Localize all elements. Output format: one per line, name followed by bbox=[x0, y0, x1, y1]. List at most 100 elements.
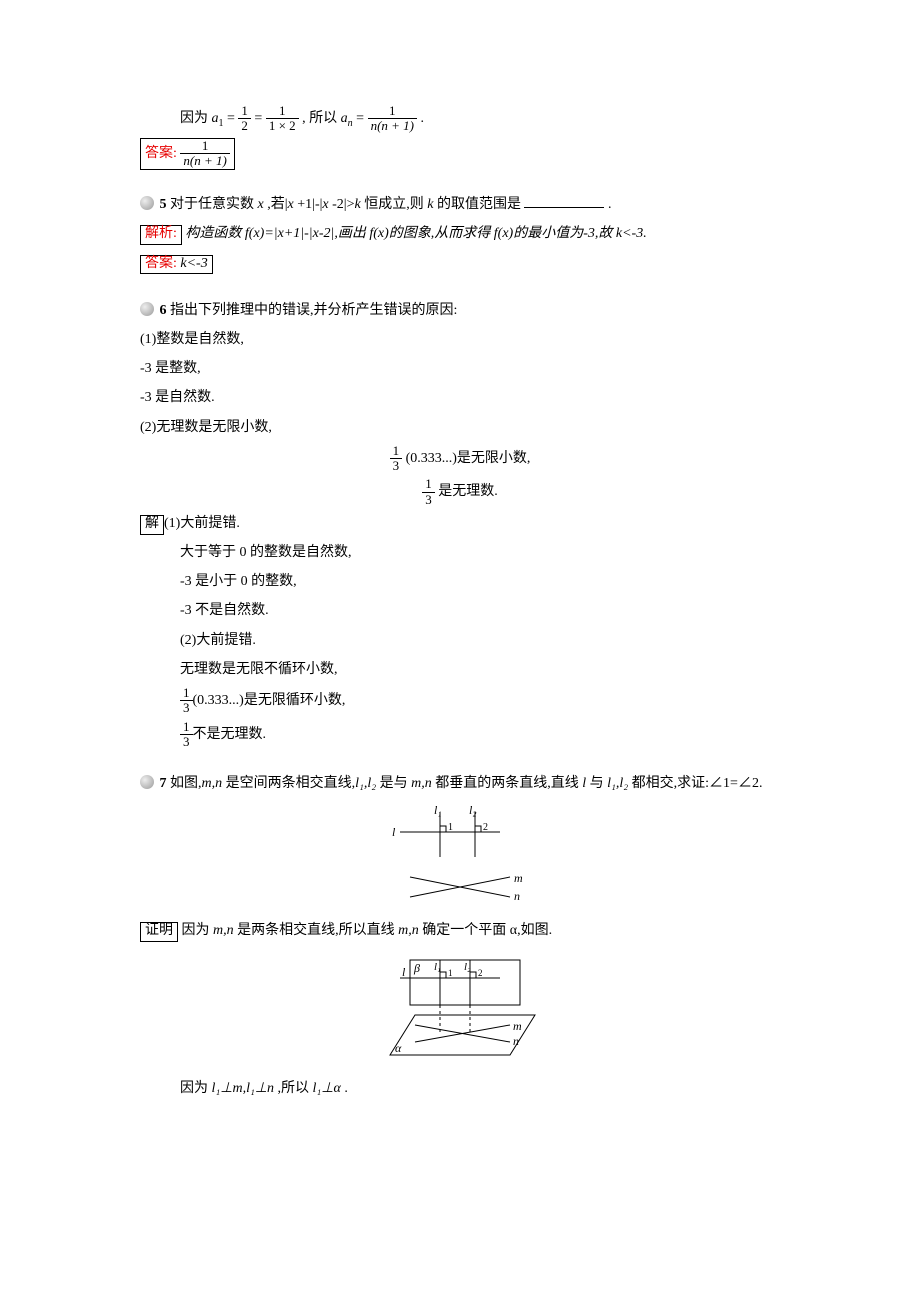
var-mn: m,n bbox=[411, 776, 432, 791]
text: 因为 bbox=[180, 111, 212, 126]
text: 是空间两条相交直线, bbox=[226, 776, 356, 791]
text: 与 bbox=[590, 776, 608, 791]
q6-item: (2)无理数是无限小数, bbox=[140, 415, 780, 440]
q6-item: -3 是自然数. bbox=[140, 385, 780, 410]
answer-frac: 1n(n + 1) bbox=[180, 139, 229, 169]
var-x: x bbox=[322, 197, 328, 212]
var-a: a bbox=[212, 111, 219, 126]
sub-1: 1 bbox=[219, 118, 224, 129]
svg-text:1: 1 bbox=[448, 968, 453, 978]
frac-1-3: 13 bbox=[180, 686, 193, 716]
text: 是无理数. bbox=[438, 484, 498, 499]
text: ,若| bbox=[267, 197, 287, 212]
bullet-icon bbox=[140, 196, 154, 210]
q5-line: 5 对于任意实数 x ,若|x +1|-|x -2|>k 恒成立,则 k 的取值… bbox=[140, 192, 780, 217]
frac-1-2: 12 bbox=[238, 104, 251, 134]
svg-text:n: n bbox=[514, 889, 520, 903]
q5-answer-line: 答案: k<-3 bbox=[140, 251, 780, 276]
jie-item: -3 不是自然数. bbox=[140, 598, 780, 623]
intro-line: 因为 a1 = 12 = 11 × 2 , 所以 an = 1n(n + 1) … bbox=[140, 104, 780, 134]
q6-line: 6 指出下列推理中的错误,并分析产生错误的原因: bbox=[140, 298, 780, 323]
figure-2: β l l₁ l₂ 1 2 m n α bbox=[370, 950, 550, 1070]
text: 是两条相交直线,所以直线 bbox=[237, 923, 398, 938]
jie-line: 解(1)大前提错. bbox=[140, 511, 780, 536]
svg-text:l: l bbox=[392, 825, 396, 839]
jiexi-text: 构造函数 f(x)=|x+1|-|x-2|,画出 f(x)的图象,从而求得 f(… bbox=[185, 226, 646, 241]
text: 如图, bbox=[170, 776, 202, 791]
q5-jiexi-line: 解析: 构造函数 f(x)=|x+1|-|x-2|,画出 f(x)的图象,从而求… bbox=[140, 221, 780, 246]
svg-text:l₂: l₂ bbox=[469, 803, 477, 817]
text: ,所以 bbox=[278, 1081, 313, 1096]
svg-text:n: n bbox=[513, 1034, 519, 1048]
period: . bbox=[421, 111, 425, 126]
bullet-icon bbox=[140, 302, 154, 316]
blank-underline bbox=[524, 207, 604, 208]
jie-item: 无理数是无限不循环小数, bbox=[140, 657, 780, 682]
text: 对于任意实数 bbox=[170, 197, 258, 212]
text: 不是无理数. bbox=[193, 727, 267, 742]
eq: = bbox=[356, 111, 367, 126]
svg-text:l₁: l₁ bbox=[434, 803, 442, 817]
svg-text:l₁: l₁ bbox=[434, 961, 441, 973]
jie-item: (2)大前提错. bbox=[140, 628, 780, 653]
q6-center-1: 13 (0.333...)是无限小数, bbox=[140, 444, 780, 474]
var-l12: l₁,l₂ bbox=[355, 776, 376, 791]
var-k: k bbox=[427, 197, 433, 212]
answer-text: k<-3 bbox=[180, 256, 207, 271]
last-line: 因为 l₁⊥m,l₁⊥n ,所以 l₁⊥α . bbox=[140, 1076, 780, 1101]
jiexi-box: 解析: bbox=[140, 225, 182, 245]
text: +1|-| bbox=[297, 197, 322, 212]
text: , 所以 bbox=[302, 111, 337, 126]
var-mn: m,n bbox=[213, 923, 234, 938]
svg-text:β: β bbox=[413, 961, 420, 975]
q6-text: 指出下列推理中的错误,并分析产生错误的原因: bbox=[170, 303, 457, 318]
answer-box: 答案: k<-3 bbox=[140, 255, 213, 275]
frac-1-3: 13 bbox=[390, 444, 403, 474]
period: . bbox=[608, 197, 612, 212]
var-l12: l₁,l₂ bbox=[607, 776, 628, 791]
answer-1-line: 答案: 1n(n + 1) bbox=[140, 138, 780, 171]
jie-label: 解 bbox=[140, 515, 164, 535]
bullet-icon bbox=[140, 775, 154, 789]
svg-text:l₂: l₂ bbox=[464, 961, 471, 973]
svg-text:α: α bbox=[395, 1041, 402, 1055]
text: -2|> bbox=[332, 197, 354, 212]
svg-text:1: 1 bbox=[448, 822, 453, 833]
svg-text:2: 2 bbox=[483, 822, 488, 833]
var-l: l bbox=[582, 776, 586, 791]
q7-line: 7 如图,m,n 是空间两条相交直线,l₁,l₂ 是与 m,n 都垂直的两条直线… bbox=[140, 771, 780, 796]
sub-n: n bbox=[348, 118, 353, 129]
var-a: a bbox=[341, 111, 348, 126]
text: 的取值范围是 bbox=[437, 197, 521, 212]
q6-item: -3 是整数, bbox=[140, 356, 780, 381]
answer-label: 答案: bbox=[145, 146, 177, 161]
svg-text:2: 2 bbox=[478, 968, 483, 978]
zm-label: 证明 bbox=[140, 922, 178, 942]
jie-item-8: 13不是无理数. bbox=[140, 720, 780, 750]
q6-center-2: 13 是无理数. bbox=[140, 477, 780, 507]
text: 恒成立,则 bbox=[364, 197, 427, 212]
var-mn: m,n bbox=[398, 923, 419, 938]
text: 因为 bbox=[182, 923, 214, 938]
answer-label: 答案: bbox=[145, 256, 177, 271]
figure-1: l l₁ l₂ 1 2 m n bbox=[380, 802, 540, 912]
svg-text:m: m bbox=[514, 871, 523, 885]
text: (0.333...)是无限小数, bbox=[406, 451, 531, 466]
text: 因为 bbox=[180, 1081, 212, 1096]
answer-box: 答案: 1n(n + 1) bbox=[140, 138, 235, 171]
text: 都相交,求证:∠1=∠2. bbox=[632, 776, 763, 791]
jie-item: -3 是小于 0 的整数, bbox=[140, 569, 780, 594]
eq: = bbox=[254, 111, 265, 126]
frac-1-3: 13 bbox=[422, 477, 435, 507]
jie-text: (1)大前提错. bbox=[164, 516, 240, 531]
frac-1-nn1: 1n(n + 1) bbox=[368, 104, 417, 134]
q6-item: (1)整数是自然数, bbox=[140, 327, 780, 352]
var-mn: m,n bbox=[202, 776, 223, 791]
zm-line: 证明 因为 m,n 是两条相交直线,所以直线 m,n 确定一个平面 α,如图. bbox=[140, 918, 780, 943]
var-k: k bbox=[355, 197, 361, 212]
var: l₁⊥m,l₁⊥n bbox=[212, 1081, 275, 1096]
text: 是与 bbox=[380, 776, 412, 791]
period: . bbox=[344, 1081, 348, 1096]
frac-1-1x2: 11 × 2 bbox=[266, 104, 299, 134]
q6-number: 6 bbox=[160, 303, 167, 318]
